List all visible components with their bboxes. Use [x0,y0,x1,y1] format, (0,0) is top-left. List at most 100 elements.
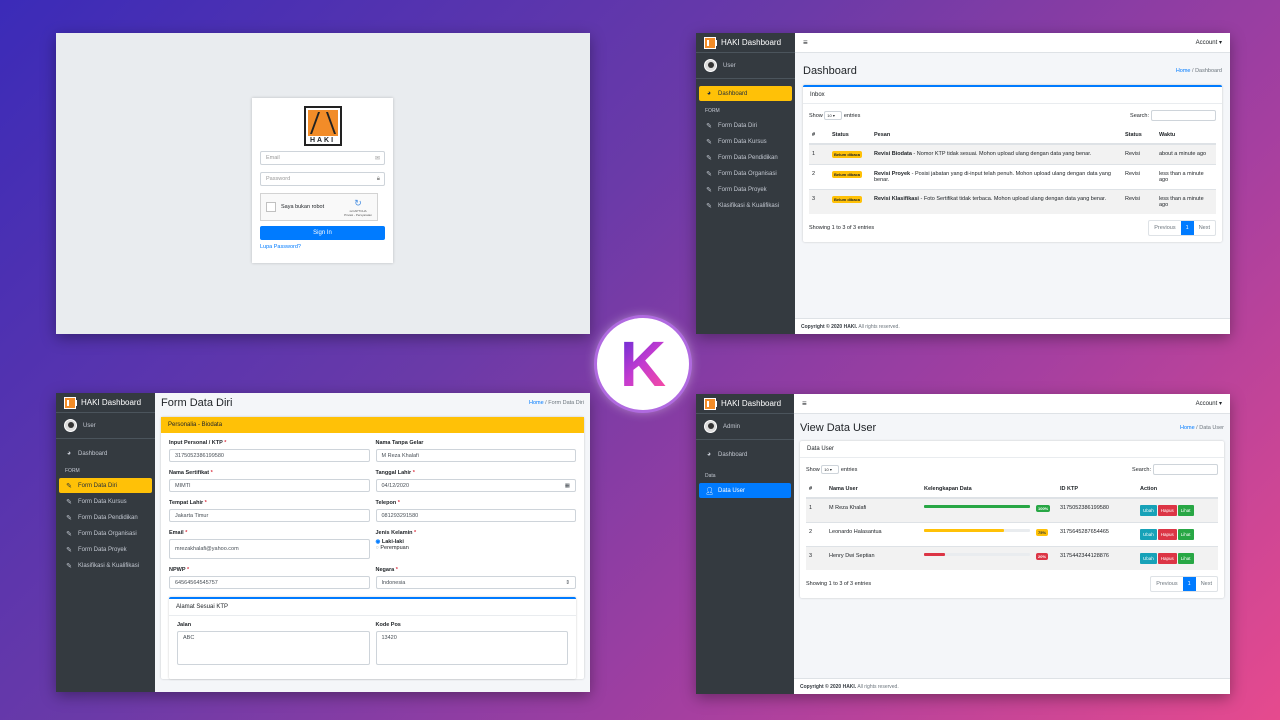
col-id-ktp[interactable]: ID KTP [1057,481,1137,499]
col-no[interactable]: # [806,481,826,499]
sidebar-item-dashboard[interactable]: ◕ Dashboard [59,446,152,461]
lihat-button[interactable]: Lihat [1177,529,1194,540]
lihat-button[interactable]: Lihat [1177,553,1194,564]
ktp-field[interactable]: 3175052386199580 [169,449,370,462]
inbox-card: Inbox Show 10 ▾ entries Search: # Status… [803,85,1222,242]
col-waktu[interactable]: Waktu [1156,127,1216,145]
account-menu[interactable]: Account ▾ [1196,400,1222,407]
calendar-icon[interactable]: ▦ [565,483,570,489]
col-nama-user[interactable]: Nama User [826,481,921,499]
login-panel: HAKI Email ✉ Password 🔒︎ Saya bukan robot … [56,33,590,334]
form-panel: HAKI Dashboard User ◕ Dashboard FORM ✎ For… [56,393,590,692]
col-no[interactable]: # [809,127,829,145]
telepon-field[interactable]: 081293291580 [375,509,576,522]
prev-button[interactable]: Previous [1151,577,1182,591]
hapus-button[interactable]: Hapus [1157,529,1177,540]
captcha-checkbox[interactable] [266,202,276,212]
nama-tanpa-gelar-field[interactable]: M Reza Khalafi [375,449,576,462]
brand[interactable]: HAKI Dashboard [56,393,155,413]
entries-select[interactable]: 10 ▾ [824,111,843,120]
hamburger-icon[interactable]: ≡ [803,38,808,47]
page-1-button[interactable]: 1 [1180,221,1194,235]
table-row[interactable]: 3 Belum dibaca Revisi Klasifikasi - Foto… [809,189,1216,214]
inbox-table: # Status Pesan Status Waktu 1 Belum diba… [809,127,1216,214]
sidebar-item-form-data-organisasi[interactable]: ✎ Form Data Organisasi [699,166,792,181]
status-badge: Belum dibaca [832,171,863,178]
table-row[interactable]: 1 M Reza Khalafi 100% 3175052386199580 U… [806,497,1218,523]
envelope-icon: ✉ [374,156,380,162]
table-row[interactable]: 3 Henry Dwi Septian 20% 3175442344128876… [806,546,1218,570]
sidebar-item-dashboard[interactable]: ◕ Dashboard [699,447,791,462]
next-button[interactable]: Next [1194,221,1215,235]
lihat-button[interactable]: Lihat [1177,505,1194,516]
brand[interactable]: HAKI Dashboard [696,33,795,53]
sidebar-item-form-data-organisasi[interactable]: ✎ Form Data Organisasi [59,526,152,541]
edit-icon: ✎ [66,562,72,570]
kode-pos-field[interactable]: 13420 [375,631,568,665]
user-panel[interactable]: User [696,53,795,79]
radio-perempuan[interactable]: ○ Perempuan [376,545,577,551]
jalan-textarea[interactable]: ABC [177,631,370,665]
hamburger-icon[interactable]: ≡ [802,399,807,408]
col-action[interactable]: Action [1137,481,1218,499]
col-status2[interactable]: Status [1122,127,1156,145]
entries-select[interactable]: 10 ▾ [821,465,840,474]
search-input[interactable] [1153,464,1218,475]
col-status[interactable]: Status [829,127,871,145]
sidebar-item-form-data-diri[interactable]: ✎ Form Data Diri [699,118,792,133]
brand[interactable]: HAKI Dashboard [696,394,794,414]
sidebar-item-dashboard[interactable]: ◕ Dashboard [699,86,792,101]
sidebar-item-form-data-kursus[interactable]: ✎ Form Data Kursus [699,134,792,149]
table-row[interactable]: 2 Belum dibaca Revisi Proyek - Posisi ja… [809,164,1216,190]
col-pesan[interactable]: Pesan [871,127,1122,145]
prev-button[interactable]: Previous [1149,221,1180,235]
negara-select[interactable]: Indonesia ⇕ [375,576,576,589]
hapus-button[interactable]: Hapus [1157,505,1177,516]
progress-bar [924,529,1030,532]
email-field[interactable]: Email ✉ [260,151,385,165]
dashboard-icon: ◕ [706,451,712,458]
ubah-button[interactable]: Ubah [1140,505,1157,516]
sidebar-item-klasifikasi[interactable]: ✎ Klasifikasi & Kualifikasi [59,558,152,573]
edit-icon: ✎ [66,498,72,506]
sidebar-item-klasifikasi[interactable]: ✎ Klasifikasi & Kualifikasi [699,198,792,213]
sidebar-item-form-data-kursus[interactable]: ✎ Form Data Kursus [59,494,152,509]
edit-icon: ✎ [66,530,72,538]
npwp-field[interactable]: 64564564545757 [169,576,370,589]
tempat-lahir-field[interactable]: Jakarta Timur [169,509,370,522]
breadcrumb-home[interactable]: Home [529,400,544,406]
next-button[interactable]: Next [1196,577,1217,591]
forgot-password-link[interactable]: Lupa Password? [260,244,385,250]
center-logo: K [597,318,689,410]
sidebar-item-data-user[interactable]: 👤︎ Data User [699,483,791,498]
nama-sertifikat-field[interactable]: MIMTI [169,479,370,492]
breadcrumb-home[interactable]: Home [1176,68,1191,74]
email-field[interactable]: mrezakhalafi@yahoo.com [169,539,370,559]
percent-badge: 75% [1036,529,1049,536]
signin-button[interactable]: Sign In [260,226,385,240]
account-menu[interactable]: Account ▾ [1196,39,1222,46]
password-field[interactable]: Password 🔒︎ [260,172,385,186]
user-panel[interactable]: Admin [696,414,794,440]
select-arrow-icon: ⇕ [565,580,570,586]
page-1-button[interactable]: 1 [1182,577,1196,591]
sidebar-item-form-data-pendidikan[interactable]: ✎ Form Data Pendidikan [699,150,792,165]
search-input[interactable] [1151,110,1216,121]
col-pct[interactable] [1033,481,1057,499]
sidebar-item-form-data-pendidikan[interactable]: ✎ Form Data Pendidikan [59,510,152,525]
card-title: Inbox [803,87,1222,104]
user-panel[interactable]: User [56,413,155,439]
hapus-button[interactable]: Hapus [1157,553,1177,564]
table-row[interactable]: 2 Leonardo Halasantua 75% 31756452876544… [806,522,1218,547]
sidebar-item-form-data-proyek[interactable]: ✎ Form Data Proyek [59,542,152,557]
edit-icon: ✎ [66,482,72,490]
breadcrumb-home[interactable]: Home [1180,425,1195,431]
sidebar-item-form-data-proyek[interactable]: ✎ Form Data Proyek [699,182,792,197]
ubah-button[interactable]: Ubah [1140,553,1157,564]
table-row[interactable]: 1 Belum dibaca Revisi Biodata - Nomor KT… [809,143,1216,165]
tanggal-lahir-field[interactable]: 04/12/2020 ▦ [375,479,576,492]
pagination: Previous 1 Next [1148,220,1216,236]
ubah-button[interactable]: Ubah [1140,529,1157,540]
sidebar-item-form-data-diri[interactable]: ✎ Form Data Diri [59,478,152,493]
col-kelengkapan[interactable]: Kelengkapan Data [921,481,1033,499]
